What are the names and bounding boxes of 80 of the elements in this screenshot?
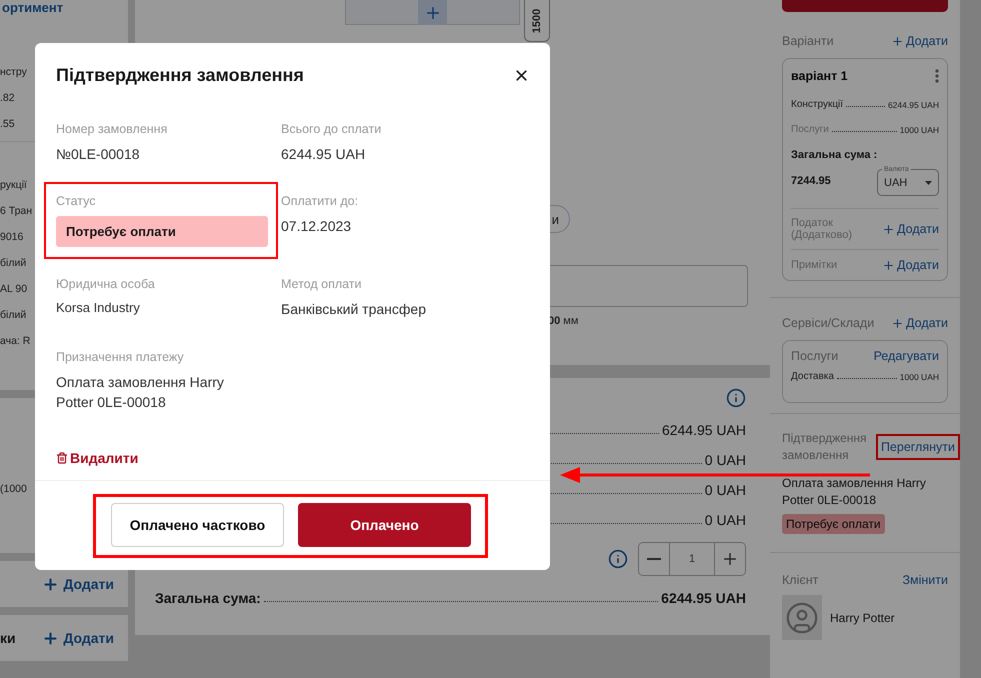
total-value: 7244.95 [791, 174, 831, 186]
text-fragment: .55 [0, 117, 15, 132]
field-label: Юридична особа [56, 277, 156, 292]
text-fragment: 6 Тран [0, 204, 32, 219]
plus-icon [882, 222, 896, 236]
trash-icon [56, 452, 68, 464]
line-value: 6244.95 UAH [888, 100, 939, 110]
total-label: Загальна сума: [155, 590, 261, 606]
more-icon[interactable] [935, 69, 939, 83]
text-fragment: (1000 [0, 482, 27, 497]
line-label: Доставка [791, 371, 834, 382]
amount-value: 0 UAH [704, 512, 746, 528]
row-label: Податок (Додатково) [791, 217, 853, 241]
add-image-button[interactable] [418, 0, 447, 25]
text-fragment: білий [0, 256, 26, 271]
text-fragment: 9016 [0, 230, 24, 245]
variant-name: варіант 1 [791, 69, 848, 83]
avatar-icon [782, 595, 822, 640]
field-label: Номер замовлення [56, 122, 168, 136]
section-title: Варіанти [782, 34, 834, 48]
add-button[interactable]: Додати [891, 34, 948, 48]
field-label: Статус [56, 194, 97, 208]
row-label: Примітки [791, 259, 838, 271]
field-label: Призначення платежу [56, 350, 185, 364]
dialog-title: Підтвердження замовлення [56, 65, 304, 86]
field-value: Оплата замовлення Harry Potter 0LE-00018 [56, 372, 225, 412]
plus-icon [882, 258, 896, 272]
field-label: Оплатити до: [281, 194, 360, 208]
section-title: Клієнт [782, 573, 818, 588]
info-icon [608, 549, 628, 569]
field-label: Всього до сплати [281, 122, 382, 136]
card-title: Послуги [791, 349, 838, 363]
field-label: Метод оплати [281, 277, 363, 292]
status-badge: Потребує оплати [782, 514, 885, 534]
line-value: 1000 UAH [900, 372, 939, 382]
section-title: Підтвердження замовлення [782, 430, 868, 464]
delete-button[interactable]: Видалити [56, 450, 550, 466]
add-button[interactable]: Додати [882, 258, 939, 272]
total-value: 6244.95 UAH [661, 590, 746, 606]
plus-icon [42, 630, 60, 646]
assortment-link[interactable]: ортимент [0, 0, 64, 15]
plus-icon [721, 550, 739, 568]
text-fragment: рукції [0, 178, 27, 193]
partial-paid-button[interactable]: Оплачено частково [111, 502, 284, 546]
field-value: 07.12.2023 [281, 217, 352, 236]
add-button[interactable]: Додати [891, 316, 948, 330]
amount-value: 6244.95 UAH [662, 422, 746, 438]
amount-value: 0 UAH [704, 482, 746, 498]
status-badge: Потребує оплати [56, 216, 268, 248]
dimension-label: 1500 [531, 8, 543, 33]
paid-button[interactable]: Оплачено [298, 502, 471, 546]
section-title: Сервіси/Склади [782, 316, 874, 330]
payment-purpose: Оплата замовлення Harry Potter 0LE-00018 [782, 474, 927, 508]
info-icon [726, 388, 746, 408]
plus-icon [891, 316, 904, 330]
add-button[interactable]: Додати [42, 630, 114, 646]
plus-icon [42, 576, 60, 592]
text-fragment: ача: R [0, 334, 30, 349]
total-label: Загальна сума : [791, 149, 878, 161]
plus-icon [891, 34, 904, 48]
text-fragment: AL 90 [0, 282, 28, 297]
field-value: 6244.95 UAH [281, 145, 366, 164]
add-button[interactable]: Додати [882, 222, 939, 236]
view-link[interactable]: Переглянути [880, 440, 955, 454]
amount-value: 0 UAH [704, 452, 746, 468]
field-value: №0LE-00018 [56, 145, 141, 164]
minus-icon [647, 558, 661, 560]
section-title: ки [0, 630, 16, 646]
caret-icon [925, 180, 932, 184]
edit-link[interactable]: Редагувати [874, 349, 939, 363]
line-value: 1000 UAH [900, 125, 939, 135]
text-fragment: .82 [0, 91, 15, 106]
text-fragment: нстру [0, 65, 27, 80]
line-label: Послуги [791, 124, 829, 135]
client-name: Harry Potter [830, 610, 895, 625]
field-value: Банківський трансфер [281, 300, 427, 320]
change-link[interactable]: Змінити [902, 573, 948, 588]
text-fragment: білий [0, 308, 26, 323]
line-label: Конструкції [791, 99, 844, 110]
field-value: Korsa Industry [56, 299, 141, 318]
